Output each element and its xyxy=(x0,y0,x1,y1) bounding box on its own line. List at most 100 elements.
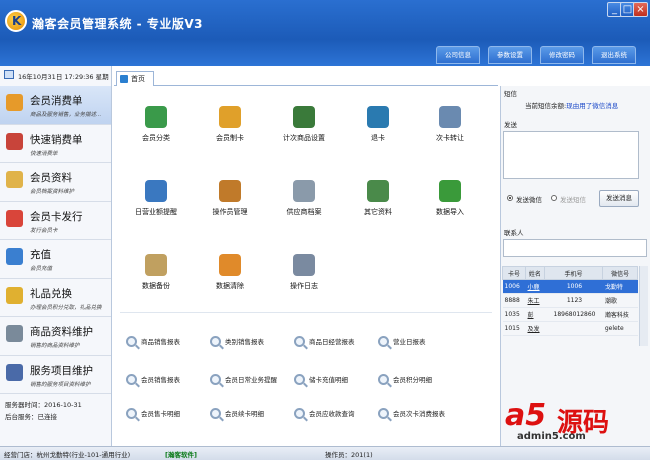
sms-label: 短信 xyxy=(504,90,517,98)
func-label: 数据备份 xyxy=(142,282,170,290)
contacts-label: 联系人 xyxy=(504,229,524,237)
sidebar-item-quick-consume[interactable]: 快速销费单 快速消费单 xyxy=(0,125,111,163)
status-software[interactable]: [瀚客软件] xyxy=(165,449,197,459)
magnifier-icon xyxy=(378,374,389,385)
report-label: 会员续卡明细 xyxy=(225,410,264,418)
sidebar-item-gift-exchange[interactable]: 礼品兑换 办理会员积分兑取，礼品兑换 xyxy=(0,279,111,317)
col-phone[interactable]: 手机号 xyxy=(543,266,604,280)
cell-card: 1006 xyxy=(502,279,526,294)
sidebar-item-member-consume[interactable]: 会员消费单 商品及服务销售，业务描述... xyxy=(0,86,111,125)
func-data-import[interactable]: 数据导入 xyxy=(412,180,488,217)
table-row[interactable]: 1015 及发 gelete xyxy=(502,321,638,336)
report-member-daily-reminder[interactable]: 会员日常业务提醒 xyxy=(210,374,277,388)
person-icon xyxy=(293,106,315,128)
send-message-button[interactable]: 发送消息 xyxy=(599,190,639,207)
sidebar-item-sub: 商品及服务销售，业务描述... xyxy=(30,112,102,118)
contacts-scrollbar[interactable] xyxy=(639,266,648,346)
report-goods-daily[interactable]: 商品日经营报表 xyxy=(294,336,355,350)
report-count-card-consume[interactable]: 会员次卡消费报表 xyxy=(378,408,445,422)
report-member-sales[interactable]: 会员销售报表 xyxy=(126,374,180,388)
report-category-sales[interactable]: 类别销售报表 xyxy=(210,336,264,350)
report-label: 会员日常业务提醒 xyxy=(225,376,277,384)
func-data-clear[interactable]: 数据清除 xyxy=(192,254,268,291)
divider xyxy=(120,312,492,313)
message-textarea[interactable] xyxy=(503,131,639,179)
backend-status: 后台服务：已连接 xyxy=(5,413,57,421)
sidebar-item-sub: 快速消费单 xyxy=(30,150,58,157)
sidebar-item-goods-maintain[interactable]: 商品资料维护 销售的商品资料维护 xyxy=(0,317,111,356)
contact-input[interactable] xyxy=(503,239,647,257)
datetime-bar: 16年10月31日 17:29:36 星期一 xyxy=(0,66,111,91)
report-label: 营业日报表 xyxy=(393,338,426,346)
col-name[interactable]: 姓名 xyxy=(525,266,545,280)
sidebar-item-label: 商品资料维护 xyxy=(30,326,93,338)
func-count-goods-setting[interactable]: 计次商品设置 xyxy=(266,106,342,143)
close-button[interactable]: × xyxy=(633,2,648,17)
house-icon xyxy=(6,132,23,150)
cell-name: 朱工 xyxy=(525,293,545,308)
magnifier-icon xyxy=(294,408,305,419)
balance-link[interactable]: 现由用了微信消息 xyxy=(566,102,618,110)
func-daily-turnover-reminder[interactable]: 日营业额提醒 xyxy=(118,180,194,217)
app-logo-icon xyxy=(5,10,27,32)
report-goods-sales[interactable]: 商品销售报表 xyxy=(126,336,180,350)
report-business-daily[interactable]: 营业日报表 xyxy=(378,336,426,350)
card-make-icon xyxy=(219,106,241,128)
func-label: 退卡 xyxy=(371,134,385,142)
operator-icon xyxy=(219,180,241,202)
func-card-transfer[interactable]: 次卡转让 xyxy=(412,106,488,143)
func-other-data[interactable]: 其它资料 xyxy=(340,180,416,217)
cell-card: 1015 xyxy=(502,321,526,336)
main-panel: 会员分类 会员制卡 计次商品设置 退卡 次卡转让 日营业额提醒 操作员管理 供应… xyxy=(114,86,498,442)
func-operator-manage[interactable]: 操作员管理 xyxy=(192,180,268,217)
sidebar-item-sub: 会员充值 xyxy=(30,266,53,272)
topnav-change-password[interactable]: 修改密码 xyxy=(540,46,584,64)
sidebar-item-member-data[interactable]: 会员资料 会员档案资料维护 xyxy=(0,163,111,202)
radio-wechat[interactable] xyxy=(507,195,513,201)
report-receivables[interactable]: 会员应收款查询 xyxy=(294,408,355,422)
function-grid: 会员分类 会员制卡 计次商品设置 退卡 次卡转让 日营业额提醒 操作员管理 供应… xyxy=(114,86,498,304)
cell-phone xyxy=(544,321,603,336)
table-row[interactable]: 1035 彭 18968012860 瀚客科技 xyxy=(502,307,638,322)
func-operation-log[interactable]: 操作日志 xyxy=(266,254,342,291)
report-card-recharge[interactable]: 储卡充值明细 xyxy=(294,374,348,388)
sidebar-item-label: 充值 xyxy=(30,249,51,261)
sms-balance: 当前短信余额:现由用了微信消息 xyxy=(525,100,618,110)
cell-name: 彭 xyxy=(525,307,545,322)
tab-home[interactable]: 首页 xyxy=(116,71,154,86)
func-label: 数据清除 xyxy=(216,282,244,290)
table-row[interactable]: 1006 小鹿 1006 戈勤特 xyxy=(502,279,638,294)
func-return-card[interactable]: 退卡 xyxy=(340,106,416,143)
func-label: 计次商品设置 xyxy=(283,134,325,142)
app-title: 瀚客会员管理系统 - 专业版V3 xyxy=(32,17,203,31)
topnav-company-info[interactable]: 公司信息 xyxy=(436,46,480,64)
func-member-category[interactable]: 会员分类 xyxy=(118,106,194,143)
sidebar-item-service-maintain[interactable]: 服务项目维护 销售的服务项目资料维护 xyxy=(0,356,111,394)
sidebar-item-card-issue[interactable]: 会员卡发行 发行会员卡 xyxy=(0,202,111,240)
report-member-points[interactable]: 会员积分明细 xyxy=(378,374,432,388)
table-row[interactable]: 8888 朱工 1123 潮歌 xyxy=(502,293,638,308)
sidebar-item-label: 礼品兑换 xyxy=(30,287,72,300)
func-supplier-archive[interactable]: 供应商档案 xyxy=(266,180,342,217)
backup-icon xyxy=(145,254,167,276)
func-member-card-make[interactable]: 会员制卡 xyxy=(192,106,268,143)
func-data-backup[interactable]: 数据备份 xyxy=(118,254,194,291)
report-member-card-sales[interactable]: 会员售卡明细 xyxy=(126,408,180,422)
topnav-exit[interactable]: 退出系统 xyxy=(592,46,636,64)
topnav-settings[interactable]: 参数设置 xyxy=(488,46,532,64)
cell-card: 1035 xyxy=(502,307,526,322)
reminder-icon xyxy=(145,180,167,202)
col-wechat[interactable]: 微信号 xyxy=(602,266,638,280)
sidebar-item-recharge[interactable]: 充值 会员充值 xyxy=(0,240,111,279)
func-label: 供应商档案 xyxy=(286,208,322,216)
status-operator: 操作员：201(1) xyxy=(325,451,373,459)
radio-sms[interactable] xyxy=(551,195,557,201)
report-member-renewal[interactable]: 会员续卡明细 xyxy=(210,408,264,422)
transfer-icon xyxy=(439,106,461,128)
service-icon xyxy=(6,363,23,381)
magnifier-icon xyxy=(126,336,137,347)
col-card[interactable]: 卡号 xyxy=(501,266,527,280)
message-panel: 短信 当前短信余额:现由用了微信消息 发送 发送微信 发送短信 发送消息 联系人… xyxy=(500,86,650,446)
log-icon xyxy=(293,254,315,276)
computer-icon xyxy=(4,70,14,79)
